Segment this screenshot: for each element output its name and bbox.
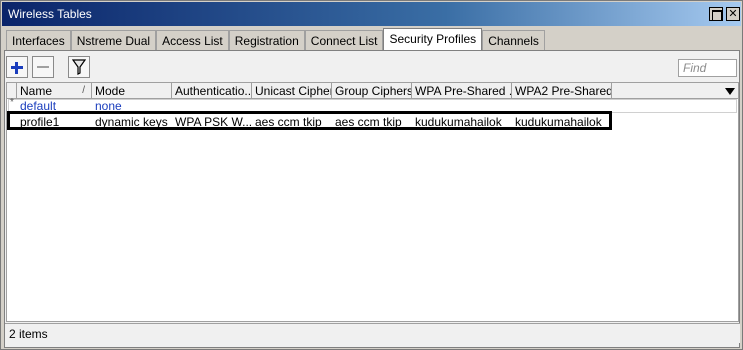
- window-title: Wireless Tables: [8, 7, 92, 21]
- table-header: Name / Mode Authenticatio... Unicast Cip…: [7, 83, 738, 99]
- sort-ascending-icon: /: [82, 85, 85, 96]
- column-header-unicast-ciphers[interactable]: Unicast Ciphers: [252, 83, 332, 99]
- find-input[interactable]: Find: [678, 59, 737, 77]
- tab-registration[interactable]: Registration: [228, 30, 305, 50]
- tab-connect-list[interactable]: Connect List: [304, 30, 384, 50]
- close-button[interactable]: ✕: [726, 7, 740, 21]
- tab-bar: Interfaces Nstreme Dual Access List Regi…: [6, 28, 545, 50]
- column-header-mode[interactable]: Mode: [92, 83, 172, 99]
- tab-nstreme-dual[interactable]: Nstreme Dual: [70, 30, 157, 50]
- tab-channels[interactable]: Channels: [482, 30, 545, 50]
- toolbar: [6, 56, 94, 80]
- tab-access-list[interactable]: Access List: [156, 30, 229, 50]
- maximize-button[interactable]: [709, 7, 723, 21]
- column-header-name[interactable]: Name /: [17, 83, 92, 99]
- tab-security-profiles[interactable]: Security Profiles: [383, 28, 483, 50]
- remove-button[interactable]: [32, 56, 54, 78]
- default-flag: *: [10, 97, 14, 108]
- add-button[interactable]: [6, 56, 28, 78]
- column-header-wpa-pre-shared[interactable]: WPA Pre-Shared ...: [412, 83, 512, 99]
- columns-menu-icon[interactable]: [725, 88, 735, 95]
- wireless-tables-window: Wireless Tables ✕ Interfaces Nstreme Dua…: [0, 0, 743, 350]
- minus-icon: [37, 66, 49, 68]
- column-header-wpa2-pre-shared[interactable]: WPA2 Pre-Shared...: [512, 83, 612, 99]
- column-header-authentication[interactable]: Authenticatio...: [172, 83, 252, 99]
- item-count: 2 items: [9, 327, 48, 341]
- filter-button[interactable]: [68, 56, 90, 78]
- highlight-box: [7, 111, 612, 130]
- funnel-icon: [72, 59, 86, 75]
- tab-interfaces[interactable]: Interfaces: [6, 30, 71, 50]
- status-bar: 2 items: [5, 323, 740, 343]
- title-bar[interactable]: Wireless Tables ✕: [2, 2, 741, 26]
- column-header-group-ciphers[interactable]: Group Ciphers: [332, 83, 412, 99]
